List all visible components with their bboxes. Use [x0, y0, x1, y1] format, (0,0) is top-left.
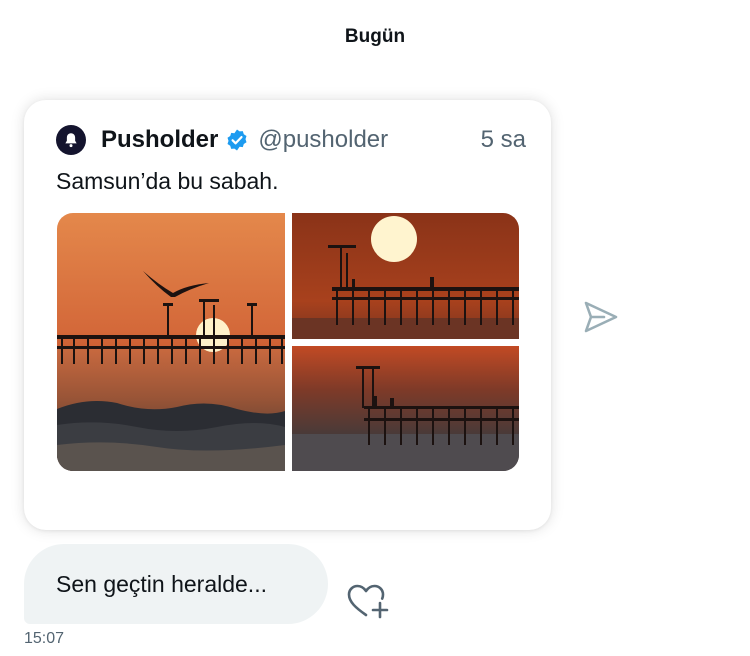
shared-tweet-card[interactable]: Pusholder @pusholder 5 sa Samsun’da bu s…: [24, 100, 551, 530]
tweet-text: Samsun’da bu sabah.: [56, 168, 279, 194]
author-handle[interactable]: @pusholder: [258, 126, 388, 154]
date-separator: Bugün: [344, 26, 406, 47]
tweet-media-grid: [57, 213, 519, 471]
message-bubble[interactable]: Sen geçtin heralde...: [24, 544, 328, 624]
tweet-photo-3[interactable]: [292, 346, 519, 471]
heart-plus-icon[interactable]: [346, 582, 390, 620]
message-timestamp: 15:07: [24, 630, 65, 647]
avatar[interactable]: [56, 125, 86, 155]
author-name[interactable]: Pusholder: [101, 126, 218, 154]
verified-badge-icon: [227, 129, 247, 151]
paper-plane-icon[interactable]: [583, 300, 619, 334]
bell-icon: [65, 133, 77, 148]
dm-conversation: Bugün Pusholder @pusholder 5 sa Samsun’d…: [0, 0, 750, 656]
tweet-timestamp[interactable]: 5 sa: [481, 126, 526, 154]
tweet-photo-1[interactable]: [57, 213, 285, 471]
message-text: Sen geçtin heralde...: [56, 570, 267, 597]
tweet-photo-2[interactable]: [292, 213, 519, 339]
tweet-header: Pusholder @pusholder 5 sa: [56, 122, 526, 158]
